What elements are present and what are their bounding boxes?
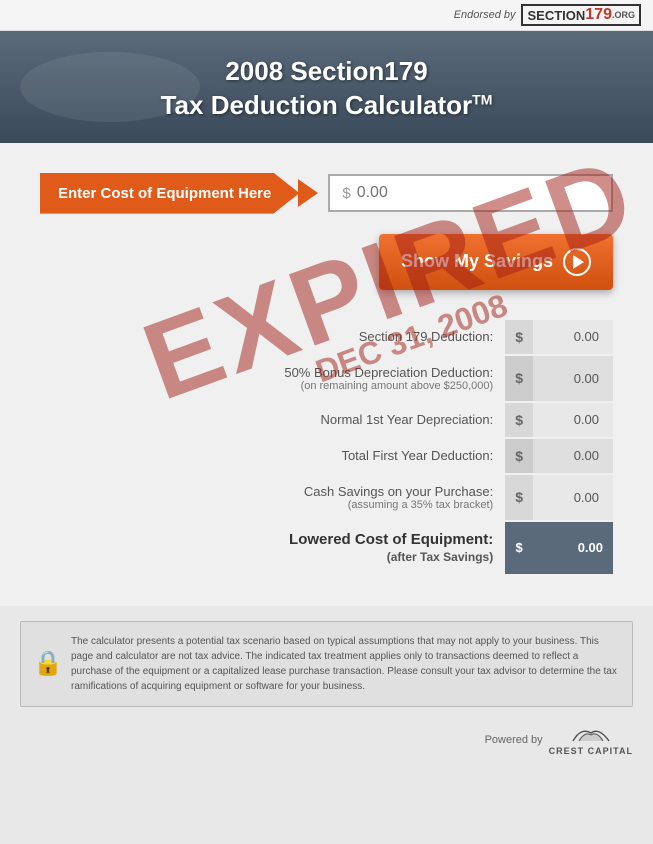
result-dollar-cell: $ <box>505 475 533 520</box>
total-label-line2: (after Tax Savings) <box>387 550 493 564</box>
crest-capital-logo: CREST CAPITAL <box>549 725 633 756</box>
results-table: Section 179 Deduction:$0.0050% Bonus Dep… <box>40 318 613 576</box>
play-circle-icon <box>563 248 591 276</box>
logo-org: .ORG <box>612 11 635 20</box>
result-dollar-cell: $ <box>505 403 533 437</box>
input-row: Enter Cost of Equipment Here $ <box>40 173 613 214</box>
result-label: Section 179 Deduction: <box>40 320 505 354</box>
total-label-line1: Lowered Cost of Equipment: <box>289 531 493 548</box>
result-value-cell: 0.00 <box>533 439 613 473</box>
logo-section: SECTION <box>527 9 585 22</box>
result-dollar-cell: $ <box>505 320 533 354</box>
play-triangle-icon <box>573 255 584 269</box>
main-content: EXPIRED DEC 31, 2008 Enter Cost of Equip… <box>0 143 653 606</box>
header-title: 2008 Section179 Tax Deduction Calculator… <box>20 55 633 123</box>
table-row: Normal 1st Year Depreciation:$0.00 <box>40 403 613 437</box>
cost-input[interactable] <box>357 184 599 202</box>
show-savings-label: Show My Savings <box>401 251 553 272</box>
section179-logo: SECTION179.ORG <box>521 4 641 26</box>
lock-icon: 🔒 <box>33 646 63 682</box>
table-row: 50% Bonus Depreciation Deduction:(on rem… <box>40 356 613 401</box>
crest-logo-text: CREST CAPITAL <box>549 746 633 756</box>
enter-cost-label-button[interactable]: Enter Cost of Equipment Here <box>40 173 299 214</box>
result-dollar-cell: $ <box>505 439 533 473</box>
cost-input-wrapper: $ <box>328 174 613 212</box>
result-value-cell: 0.00 <box>533 320 613 354</box>
show-savings-row: Show My Savings <box>40 234 613 290</box>
arrow-decoration <box>298 179 318 207</box>
footer-disclaimer: 🔒 The calculator presents a potential ta… <box>20 621 633 707</box>
logo-num: 179 <box>585 7 612 23</box>
result-value-cell: 0.00 <box>533 475 613 520</box>
table-row: Total First Year Deduction:$0.00 <box>40 439 613 473</box>
table-row: Cash Savings on your Purchase:(assuming … <box>40 475 613 520</box>
total-row: Lowered Cost of Equipment: (after Tax Sa… <box>40 522 613 574</box>
result-value-cell: 0.00 <box>533 403 613 437</box>
result-label: Normal 1st Year Depreciation: <box>40 403 505 437</box>
result-label: Cash Savings on your Purchase:(assuming … <box>40 475 505 520</box>
header: 2008 Section179 Tax Deduction Calculator… <box>0 31 653 143</box>
result-label: 50% Bonus Depreciation Deduction:(on rem… <box>40 356 505 401</box>
endorsed-label: Endorsed by <box>454 9 516 21</box>
header-title-line2: Tax Deduction Calculator <box>161 90 473 120</box>
total-dollar-cell: $ <box>505 522 533 574</box>
total-value-cell: 0.00 <box>533 522 613 574</box>
result-value-cell: 0.00 <box>533 356 613 401</box>
powered-by-label: Powered by <box>485 734 543 746</box>
result-dollar-cell: $ <box>505 356 533 401</box>
header-title-line1: 2008 Section179 <box>225 56 427 86</box>
show-savings-button[interactable]: Show My Savings <box>379 234 613 290</box>
calculator-wrapper: Endorsed by SECTION179.ORG 2008 Section1… <box>0 0 653 844</box>
result-label: Total First Year Deduction: <box>40 439 505 473</box>
table-row: Section 179 Deduction:$0.00 <box>40 320 613 354</box>
endorsed-bar: Endorsed by SECTION179.ORG <box>0 0 653 31</box>
trademark: TM <box>472 91 492 107</box>
crest-logo-svg <box>569 725 613 745</box>
input-dollar-sign: $ <box>342 185 350 202</box>
powered-by-bar: Powered by CREST CAPITAL <box>0 717 653 768</box>
disclaimer-text: The calculator presents a potential tax … <box>71 636 617 692</box>
